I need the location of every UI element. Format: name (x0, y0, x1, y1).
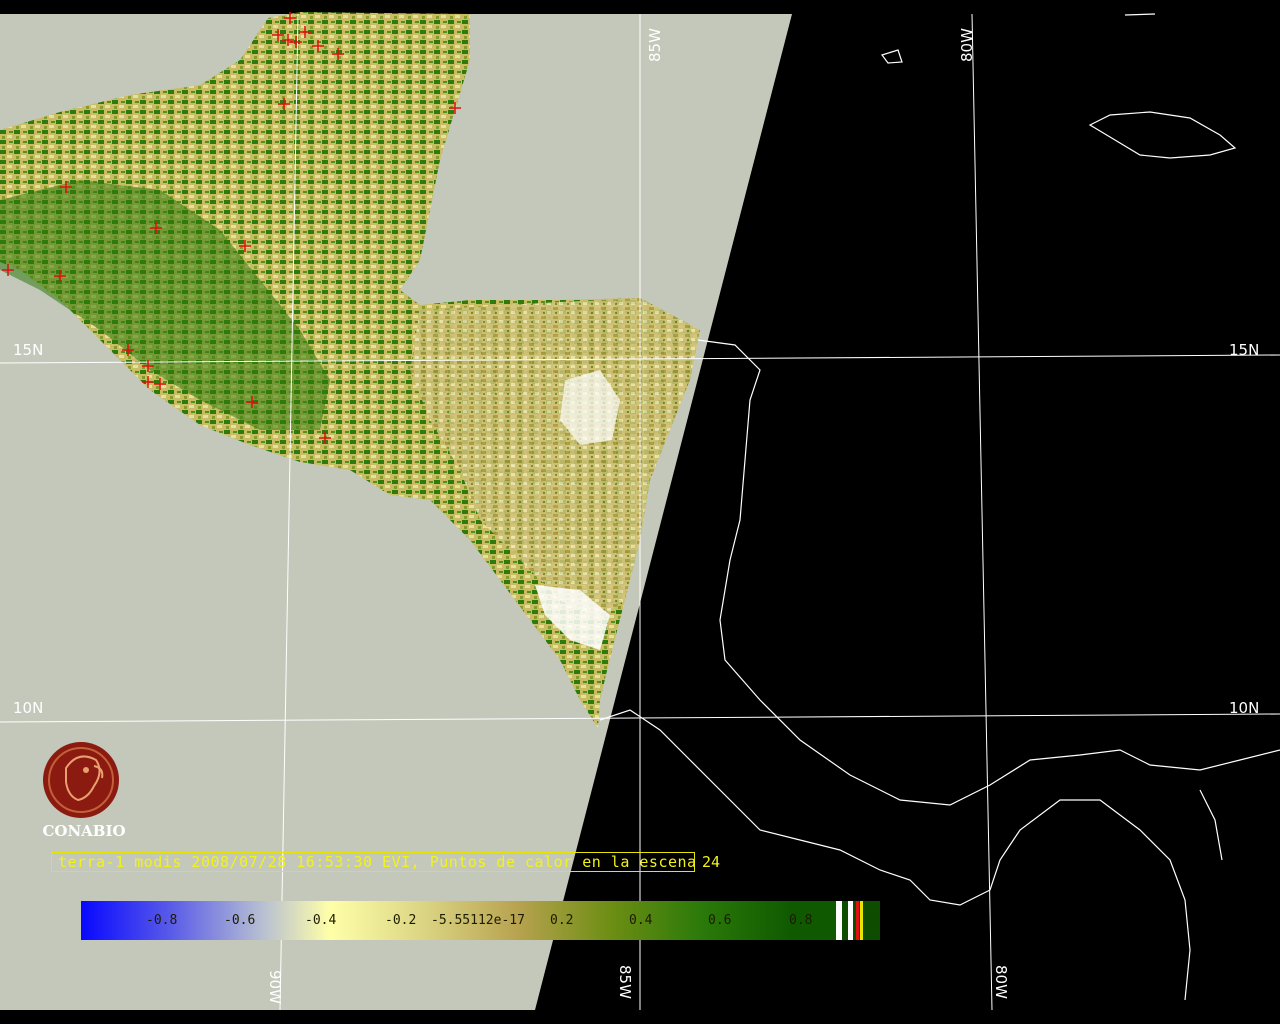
island (1124, 13, 1156, 16)
colorbar-tick-label: -0.2 (385, 913, 416, 928)
island-jamaica (1088, 111, 1237, 159)
colorbar-tick-label: 0.8 (789, 913, 812, 928)
colorbar-tick-label: -0.4 (305, 913, 336, 928)
lon-label-80w-top: 80W (958, 28, 976, 62)
lat-label-15n-left: 15N (13, 341, 43, 359)
island (881, 49, 903, 64)
conabio-logo-text: CONABIO (42, 822, 126, 840)
colorbar-swatch-red (856, 901, 859, 940)
map-stage: 15N 15N 10N 10N 85W 80W 90W 85W 80W -0.8… (0, 0, 1280, 1024)
colorbar-tick-label: 0.6 (708, 913, 731, 928)
coastline-panama-south (1199, 789, 1223, 861)
hotspot-count: 24 (702, 853, 721, 871)
lat-label-10n-right: 10N (1229, 699, 1259, 717)
lon-label-85w-bottom: 85W (616, 965, 634, 999)
lat-label-15n-right: 15N (1229, 341, 1259, 359)
colorbar-tick-label: 0.4 (629, 913, 653, 928)
lat-label-10n-left: 10N (13, 699, 43, 717)
colorbar-tick-label: 0.2 (550, 913, 573, 928)
colorbar-swatch-yellow (860, 901, 863, 940)
colorbar-swatch-white2 (848, 901, 853, 940)
coastline (697, 339, 1280, 806)
lon-label-90w-bottom: 90W (266, 970, 284, 1004)
colorbar-swatch-white (836, 901, 842, 940)
lon-label-80w-bottom: 80W (992, 965, 1010, 999)
lon-label-85w-top: 85W (646, 28, 664, 62)
colorbar-tick-label: -0.6 (224, 913, 255, 928)
colorbar: -0.8 -0.6 -0.4 -0.2 -5.55112e-17 0.2 0.4 0.6 0.8 (81, 901, 880, 940)
colorbar-tick-label: -0.8 (146, 913, 177, 928)
scene-caption: terra-1 modis 2008/07/28 16:53:30 EVI, P… (58, 853, 697, 871)
colorbar-tick-label: -5.55112e-17 (431, 913, 525, 928)
